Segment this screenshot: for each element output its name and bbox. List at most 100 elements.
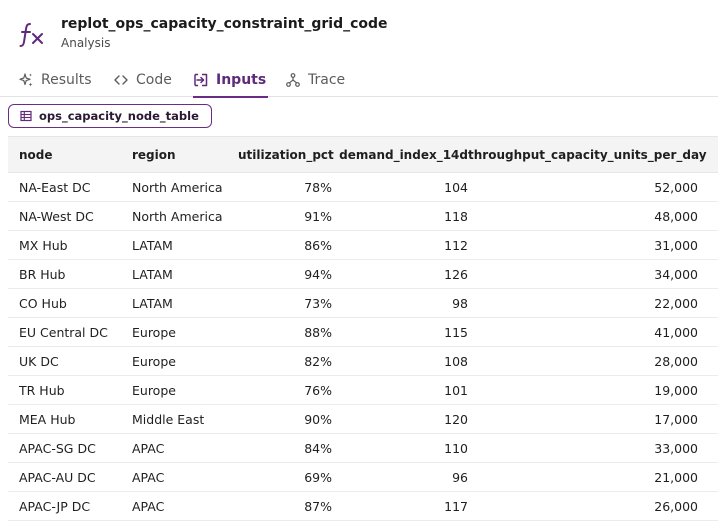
input-table-chip[interactable]: ops_capacity_node_table bbox=[8, 104, 212, 128]
cell-demand: 120 bbox=[332, 404, 468, 434]
cell-capacity: 21,000 bbox=[468, 462, 718, 492]
column-header-node[interactable]: node bbox=[8, 136, 132, 173]
cell-node: EU Central DC bbox=[8, 317, 132, 347]
cell-node: BR Hub bbox=[8, 259, 132, 289]
tab-bar: Results Code Inputs Trace bbox=[0, 62, 718, 98]
cell-demand: 98 bbox=[332, 288, 468, 318]
table-header-row: node region utilization_pct demand_index… bbox=[8, 136, 718, 173]
cell-capacity: 33,000 bbox=[468, 433, 718, 463]
cell-utilization: 84% bbox=[238, 433, 332, 463]
function-fx-icon bbox=[19, 20, 45, 48]
cell-node: MEA Hub bbox=[8, 404, 132, 434]
cell-region: Europe bbox=[132, 375, 238, 405]
cell-utilization: 73% bbox=[238, 288, 332, 318]
tab-inputs-label: Inputs bbox=[216, 71, 267, 88]
column-header-capacity[interactable]: throughput_capacity_units_per_day bbox=[468, 136, 718, 173]
cell-utilization: 76% bbox=[238, 375, 332, 405]
cell-region: Middle East bbox=[132, 404, 238, 434]
cell-demand: 96 bbox=[332, 462, 468, 492]
cell-region: LATAM bbox=[132, 230, 238, 260]
table-icon bbox=[20, 110, 32, 122]
tab-results-label: Results bbox=[41, 71, 92, 88]
data-table-container[interactable]: node region utilization_pct demand_index… bbox=[8, 136, 718, 526]
tab-code[interactable]: Code bbox=[113, 62, 172, 97]
cell-demand: 110 bbox=[332, 433, 468, 463]
cell-utilization: 78% bbox=[238, 172, 332, 202]
tab-trace[interactable]: Trace bbox=[285, 62, 345, 97]
cell-region: APAC bbox=[132, 462, 238, 492]
cell-region: North America bbox=[132, 201, 238, 231]
cell-node: NA-West DC bbox=[8, 201, 132, 231]
tab-inputs[interactable]: Inputs bbox=[193, 62, 269, 98]
tab-results[interactable]: Results bbox=[18, 62, 92, 97]
table-row[interactable]: EU Central DC Europe 88% 115 41,000 bbox=[8, 317, 718, 347]
table-body: NA-East DC North America 78% 104 52,000 NA-We… bbox=[8, 172, 718, 521]
cell-capacity: 41,000 bbox=[468, 317, 718, 347]
page-title: replot_ops_capacity_constraint_grid_code bbox=[61, 16, 388, 32]
cell-region: North America bbox=[132, 172, 238, 202]
code-icon bbox=[113, 72, 129, 88]
cell-utilization: 86% bbox=[238, 230, 332, 260]
cell-capacity: 17,000 bbox=[468, 404, 718, 434]
table-row[interactable]: TR Hub Europe 76% 101 19,000 bbox=[8, 375, 718, 405]
cell-node: UK DC bbox=[8, 346, 132, 376]
cell-utilization: 69% bbox=[238, 462, 332, 492]
cell-demand: 118 bbox=[332, 201, 468, 231]
column-header-region[interactable]: region bbox=[132, 136, 238, 173]
cell-capacity: 22,000 bbox=[468, 288, 718, 318]
cell-region: Europe bbox=[132, 317, 238, 347]
column-header-demand[interactable]: demand_index_14d bbox=[332, 136, 468, 173]
cell-demand: 112 bbox=[332, 230, 468, 260]
table-row[interactable]: MEA Hub Middle East 90% 120 17,000 bbox=[8, 404, 718, 434]
input-table-chip-label: ops_capacity_node_table bbox=[39, 109, 199, 123]
table-row[interactable]: APAC-JP DC APAC 87% 117 26,000 bbox=[8, 491, 718, 521]
cell-utilization: 90% bbox=[238, 404, 332, 434]
table-row[interactable]: CO Hub LATAM 73% 98 22,000 bbox=[8, 288, 718, 318]
cell-capacity: 31,000 bbox=[468, 230, 718, 260]
cell-node: APAC-AU DC bbox=[8, 462, 132, 492]
cell-region: APAC bbox=[132, 433, 238, 463]
cell-demand: 108 bbox=[332, 346, 468, 376]
page-subtitle: Analysis bbox=[61, 36, 111, 50]
cell-capacity: 28,000 bbox=[468, 346, 718, 376]
cell-region: APAC bbox=[132, 491, 238, 521]
table-row[interactable]: MX Hub LATAM 86% 112 31,000 bbox=[8, 230, 718, 260]
cell-capacity: 26,000 bbox=[468, 491, 718, 521]
cell-utilization: 94% bbox=[238, 259, 332, 289]
cell-capacity: 19,000 bbox=[468, 375, 718, 405]
table-row[interactable]: UK DC Europe 82% 108 28,000 bbox=[8, 346, 718, 376]
cell-node: NA-East DC bbox=[8, 172, 132, 202]
cell-demand: 104 bbox=[332, 172, 468, 202]
sparkle-icon bbox=[18, 72, 34, 88]
cell-capacity: 34,000 bbox=[468, 259, 718, 289]
cell-utilization: 91% bbox=[238, 201, 332, 231]
cell-capacity: 48,000 bbox=[468, 201, 718, 231]
column-header-utilization[interactable]: utilization_pct bbox=[238, 136, 334, 173]
cell-demand: 115 bbox=[332, 317, 468, 347]
cell-demand: 126 bbox=[332, 259, 468, 289]
data-table: node region utilization_pct demand_index… bbox=[8, 136, 718, 521]
cell-node: TR Hub bbox=[8, 375, 132, 405]
cell-region: Europe bbox=[132, 346, 238, 376]
cell-node: APAC-JP DC bbox=[8, 491, 132, 521]
cell-region: LATAM bbox=[132, 259, 238, 289]
tab-code-label: Code bbox=[136, 71, 172, 88]
cell-node: CO Hub bbox=[8, 288, 132, 318]
table-row[interactable]: NA-East DC North America 78% 104 52,000 bbox=[8, 172, 718, 202]
app-header: replot_ops_capacity_constraint_grid_code… bbox=[0, 0, 718, 62]
input-icon bbox=[193, 72, 209, 88]
cell-utilization: 88% bbox=[238, 317, 332, 347]
cell-utilization: 87% bbox=[238, 491, 332, 521]
cell-demand: 101 bbox=[332, 375, 468, 405]
tab-trace-label: Trace bbox=[308, 71, 346, 88]
cell-node: MX Hub bbox=[8, 230, 132, 260]
table-row[interactable]: NA-West DC North America 91% 118 48,000 bbox=[8, 201, 718, 231]
cell-demand: 117 bbox=[332, 491, 468, 521]
cell-capacity: 52,000 bbox=[468, 172, 718, 202]
table-row[interactable]: BR Hub LATAM 94% 126 34,000 bbox=[8, 259, 718, 289]
cell-region: LATAM bbox=[132, 288, 238, 318]
trace-icon bbox=[285, 72, 301, 88]
table-row[interactable]: APAC-AU DC APAC 69% 96 21,000 bbox=[8, 462, 718, 492]
table-row[interactable]: APAC-SG DC APAC 84% 110 33,000 bbox=[8, 433, 718, 463]
cell-node: APAC-SG DC bbox=[8, 433, 132, 463]
